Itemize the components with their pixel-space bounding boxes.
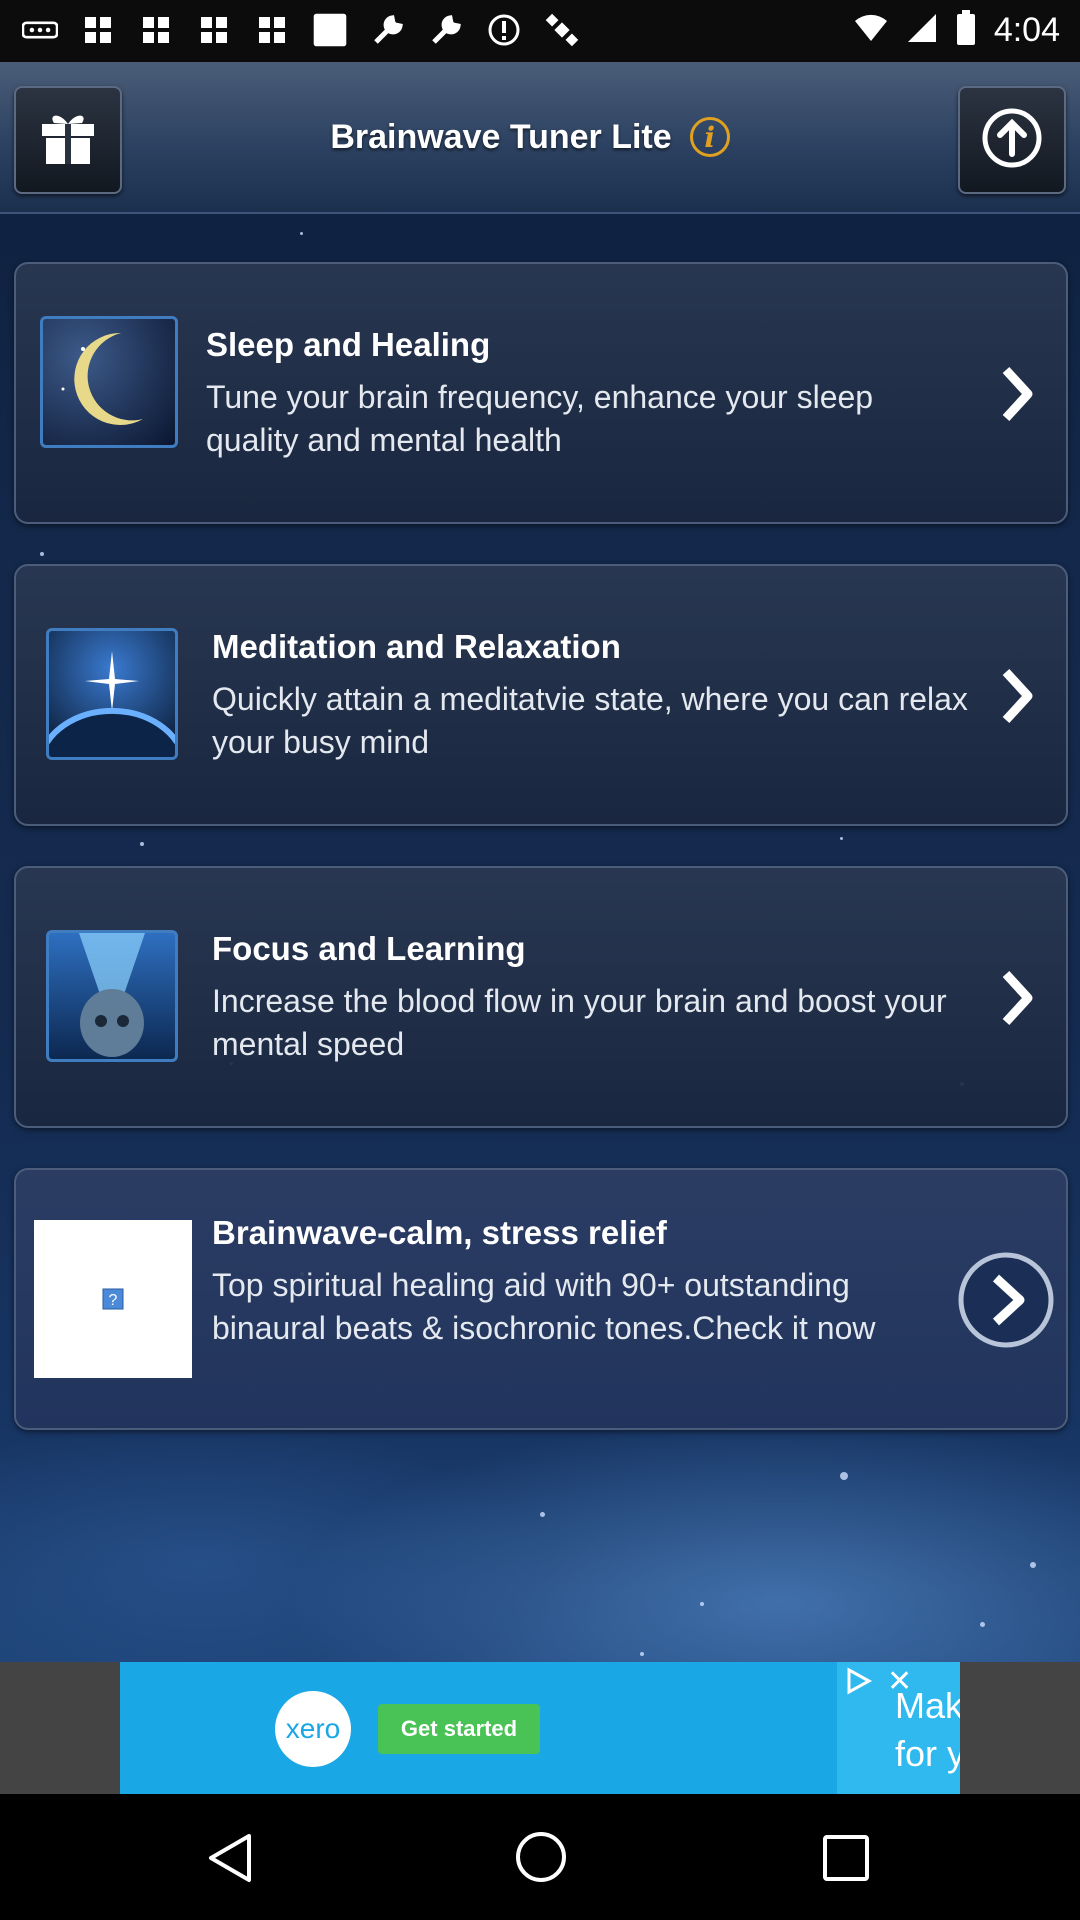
more-icon <box>22 12 58 48</box>
list-item-brainwave-calm[interactable]: ? Brainwave-calm, stress relief Top spir… <box>14 1168 1068 1430</box>
battery-icon <box>956 10 976 51</box>
item-title: Brainwave-calm, stress relief <box>212 1214 667 1251</box>
clock: 4:04 <box>993 11 1060 49</box>
home-icon[interactable] <box>514 1830 568 1889</box>
chevron-right-icon <box>986 354 1046 434</box>
xero-logo: xero <box>275 1691 351 1767</box>
broken-image-icon: ? <box>34 1220 192 1378</box>
wrench-icon <box>370 12 406 48</box>
ad-text: Mak for y <box>895 1685 960 1774</box>
satellite-icon <box>544 12 580 48</box>
svg-text:?: ? <box>109 1292 118 1309</box>
adchoices-icon[interactable] <box>841 1666 881 1696</box>
app-header: Brainwave Tuner Lite i <box>0 62 1080 214</box>
system-icons: 4:04 <box>854 10 1060 51</box>
title-group: Brainwave Tuner Lite i <box>0 62 1080 212</box>
item-description: Top spiritual healing aid with 90+ outst… <box>212 1267 876 1346</box>
chevron-right-icon <box>986 656 1046 736</box>
grid-icon <box>196 12 232 48</box>
get-started-button[interactable]: Get started <box>378 1704 540 1754</box>
chevron-right-icon <box>986 958 1046 1038</box>
list-item-meditation-relaxation[interactable]: Meditation and Relaxation Quickly attain… <box>14 564 1068 826</box>
signal-icon <box>906 12 938 49</box>
wifi-icon <box>854 13 888 48</box>
moon-icon <box>40 316 178 448</box>
item-description: Tune your brain frequency, enhance your … <box>206 379 874 458</box>
status-bar: 4:04 <box>0 0 1080 62</box>
star-planet-icon <box>46 628 178 760</box>
item-title: Meditation and Relaxation <box>212 628 621 665</box>
wrench-icon <box>428 12 464 48</box>
list-item-focus-learning[interactable]: Focus and Learning Increase the blood fl… <box>14 866 1068 1128</box>
square-icon <box>312 12 348 48</box>
item-description: Quickly attain a meditatvie state, where… <box>212 681 968 760</box>
play-circle-icon <box>956 1250 1056 1355</box>
list-item-sleep-healing[interactable]: Sleep and Healing Tune your brain freque… <box>14 262 1068 524</box>
recents-icon[interactable] <box>822 1834 870 1887</box>
info-button[interactable]: i <box>689 117 730 157</box>
navigation-bar <box>0 1794 1080 1920</box>
ad-banner[interactable]: xero Get started ✕ Mak for y <box>0 1662 1080 1794</box>
back-icon[interactable] <box>205 1832 255 1889</box>
app-title: Brainwave Tuner Lite <box>330 117 672 156</box>
upload-button[interactable] <box>958 86 1066 194</box>
item-description: Increase the blood flow in your brain an… <box>212 983 947 1062</box>
ad-side-panel: ✕ Mak for y <box>837 1662 960 1794</box>
brain-head-icon <box>46 930 178 1062</box>
grid-icon <box>254 12 290 48</box>
item-title: Sleep and Healing <box>206 326 491 363</box>
grid-icon <box>80 12 116 48</box>
app-screen: Brainwave Tuner Lite i Sleep and Healing… <box>0 62 1080 1662</box>
notification-icons <box>22 12 580 48</box>
arrow-up-circle-icon <box>980 106 1044 175</box>
ad-content[interactable]: xero Get started ✕ Mak for y <box>120 1662 960 1794</box>
item-title: Focus and Learning <box>212 930 526 967</box>
circle-icon <box>486 12 522 48</box>
grid-icon <box>138 12 174 48</box>
